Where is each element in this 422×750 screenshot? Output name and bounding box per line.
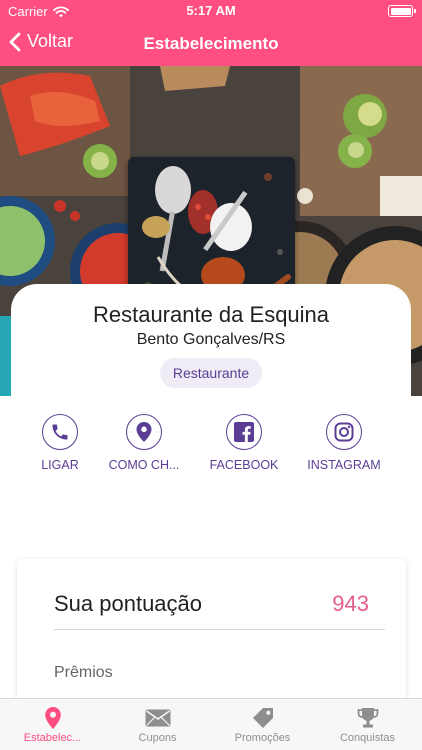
instagram-icon xyxy=(334,422,354,442)
status-time: 5:17 AM xyxy=(186,3,236,18)
tab-label: Estabelec... xyxy=(23,732,82,744)
divider xyxy=(54,629,385,630)
app-screen: Carrier 5:17 AM Voltar Estabelecimento R… xyxy=(0,0,422,750)
chevron-left-icon xyxy=(9,32,21,51)
trophy-icon xyxy=(357,707,378,727)
phone-icon xyxy=(52,424,68,440)
facebook-action[interactable]: FACEBOOK xyxy=(194,414,294,472)
tab-bar: Estabelec... Cupons Promoções Conquistas xyxy=(0,698,422,750)
establishment-info-card: Restaurante da Esquina Bento Gonçalves/R… xyxy=(11,284,411,414)
score-card: Sua pontuação 943 Prêmios xyxy=(17,559,406,719)
instagram-action[interactable]: INSTAGRAM xyxy=(294,414,394,472)
tab-establishment[interactable]: Estabelec... xyxy=(0,699,105,750)
tab-achievements[interactable]: Conquistas xyxy=(315,699,420,750)
directions-action-circle xyxy=(126,414,162,450)
score-value: 943 xyxy=(332,591,369,616)
tab-promotions[interactable]: Promoções xyxy=(210,699,315,750)
facebook-action-label: FACEBOOK xyxy=(209,458,279,472)
back-button[interactable]: Voltar xyxy=(9,31,73,52)
map-pin-icon xyxy=(44,706,61,729)
category-badge[interactable]: Restaurante xyxy=(160,358,262,388)
envelope-icon xyxy=(145,709,170,726)
directions-action-label: COMO CH... xyxy=(108,458,180,472)
back-label: Voltar xyxy=(27,31,74,51)
tab-label: Conquistas xyxy=(339,732,396,744)
call-action-circle xyxy=(42,414,78,450)
directions-action[interactable]: COMO CH... xyxy=(94,414,194,472)
tab-label: Cupons xyxy=(138,732,177,744)
tab-label: Promoções xyxy=(234,732,291,744)
facebook-icon xyxy=(234,422,254,442)
tab-coupons[interactable]: Cupons xyxy=(105,699,210,750)
battery-icon xyxy=(388,5,416,17)
navigation-bar: Carrier 5:17 AM Voltar Estabelecimento xyxy=(0,0,422,66)
facebook-action-circle xyxy=(226,414,262,450)
prizes-label: Prêmios xyxy=(54,664,113,681)
establishment-name: Restaurante da Esquina xyxy=(92,302,330,327)
instagram-action-label: INSTAGRAM xyxy=(307,458,381,472)
tag-icon xyxy=(252,707,273,728)
status-bar: Carrier 5:17 AM xyxy=(0,0,422,22)
map-pin-icon xyxy=(136,422,152,442)
establishment-city: Bento Gonçalves/RS xyxy=(136,331,286,348)
instagram-action-circle xyxy=(326,414,362,450)
score-label: Sua pontuação xyxy=(54,591,203,616)
